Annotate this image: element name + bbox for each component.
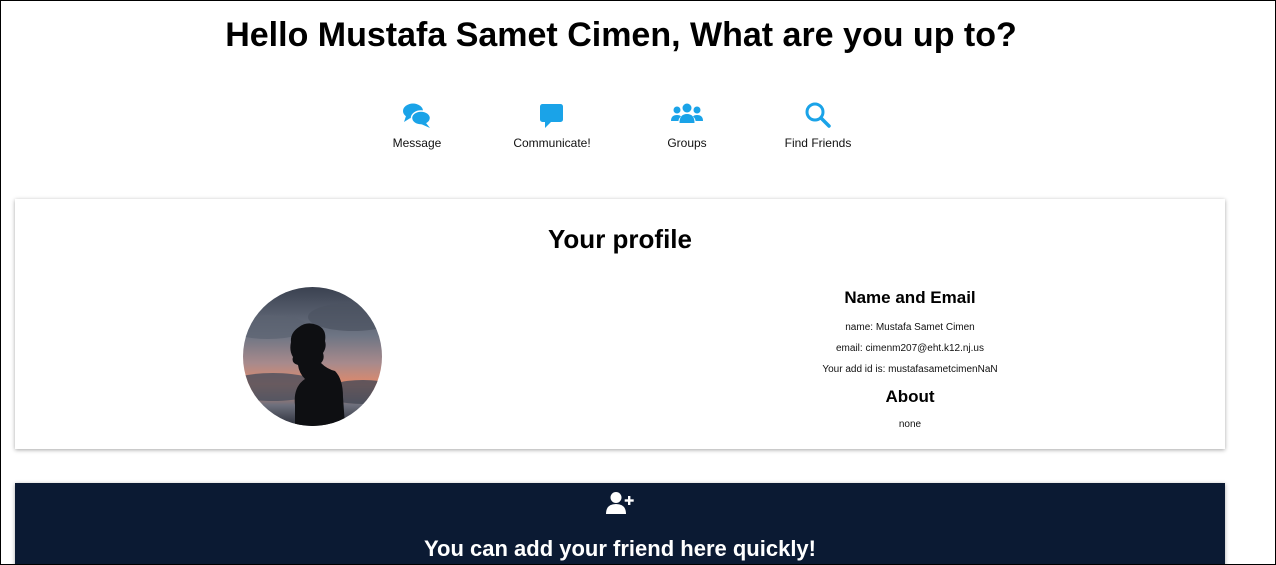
nav-label-groups: Groups xyxy=(667,136,707,150)
user-plus-icon[interactable] xyxy=(605,491,635,515)
search-icon xyxy=(753,101,883,131)
users-group-icon xyxy=(622,101,752,131)
nav-item-groups[interactable]: Groups xyxy=(622,101,752,150)
nav-item-find-friends[interactable]: Find Friends xyxy=(753,101,883,150)
nav-label-message: Message xyxy=(392,136,442,150)
profile-add-id: Your add id is: mustafasametcimenNaN xyxy=(822,364,998,375)
nav-label-communicate: Communicate! xyxy=(513,136,591,150)
chat-bubble-icon xyxy=(487,101,617,131)
profile-card: Your profile Name and Email name: Mustaf… xyxy=(15,199,1225,449)
about-text: none xyxy=(898,419,922,430)
profile-email: email: cimenm207@eht.k12.nj.us xyxy=(836,343,984,354)
comments-icon xyxy=(352,101,482,131)
name-email-heading: Name and Email xyxy=(844,288,976,307)
nav-item-communicate[interactable]: Communicate! xyxy=(487,101,617,150)
profile-info: Name and Email name: Mustafa Samet Cimen… xyxy=(809,287,1011,435)
nav-item-message[interactable]: Message xyxy=(352,101,482,150)
main-nav: Message Communicate! Groups Find Friends xyxy=(1,101,1275,161)
about-heading: About xyxy=(885,387,935,406)
app-window: Hello Mustafa Samet Cimen, What are you … xyxy=(0,0,1276,565)
profile-title: Your profile xyxy=(548,224,692,254)
avatar xyxy=(243,287,382,426)
page-title: Hello Mustafa Samet Cimen, What are you … xyxy=(225,16,1017,54)
add-friend-title: You can add your friend here quickly! xyxy=(423,536,816,561)
add-friend-panel: You can add your friend here quickly! xyxy=(15,483,1225,564)
profile-name: name: Mustafa Samet Cimen xyxy=(845,322,975,333)
nav-label-find-friends: Find Friends xyxy=(784,136,852,150)
